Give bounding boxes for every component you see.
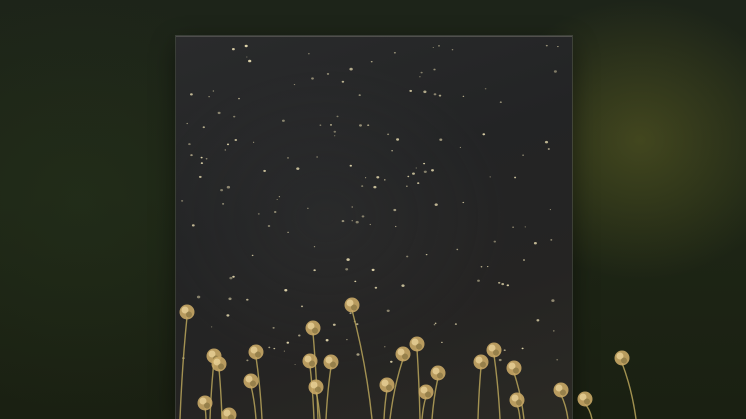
flower-stem [383,389,388,419]
flower-head [509,392,525,408]
flower-head [179,304,195,320]
flower-stem [351,309,373,419]
flower-head [430,365,446,381]
flower-head [308,379,324,395]
flower-stem [621,362,637,419]
flower-stem [179,316,188,419]
flower-stem [493,354,501,419]
flower-head [577,391,593,407]
flower-head [614,350,630,366]
flower-head [197,395,213,411]
flower-stem [477,366,482,419]
flower-stem [421,396,427,419]
flower-stem [209,360,215,419]
flower-stem [431,377,439,419]
flower-head [211,356,227,372]
flower-head [243,373,259,389]
flower-head [473,354,489,370]
flower-head [323,354,339,370]
flower-stem [250,385,257,419]
flower-head [553,382,569,398]
flower-stem [255,356,263,419]
photo-scene [0,0,746,419]
flower-head [302,353,318,369]
flower-head [379,377,395,393]
flower-stem [218,368,223,419]
flower-stem [325,366,332,419]
flower-stem [560,394,569,419]
flower-head [395,346,411,362]
flower-head [248,344,264,360]
flower-head [305,320,321,336]
dried-flower-cluster [179,297,637,419]
flower-stem [416,348,421,419]
flower-head [344,297,360,313]
flower-head [221,407,237,419]
flower-head [409,336,425,352]
flower-head [506,360,522,376]
flower-head [418,384,434,400]
flower-head [486,342,502,358]
